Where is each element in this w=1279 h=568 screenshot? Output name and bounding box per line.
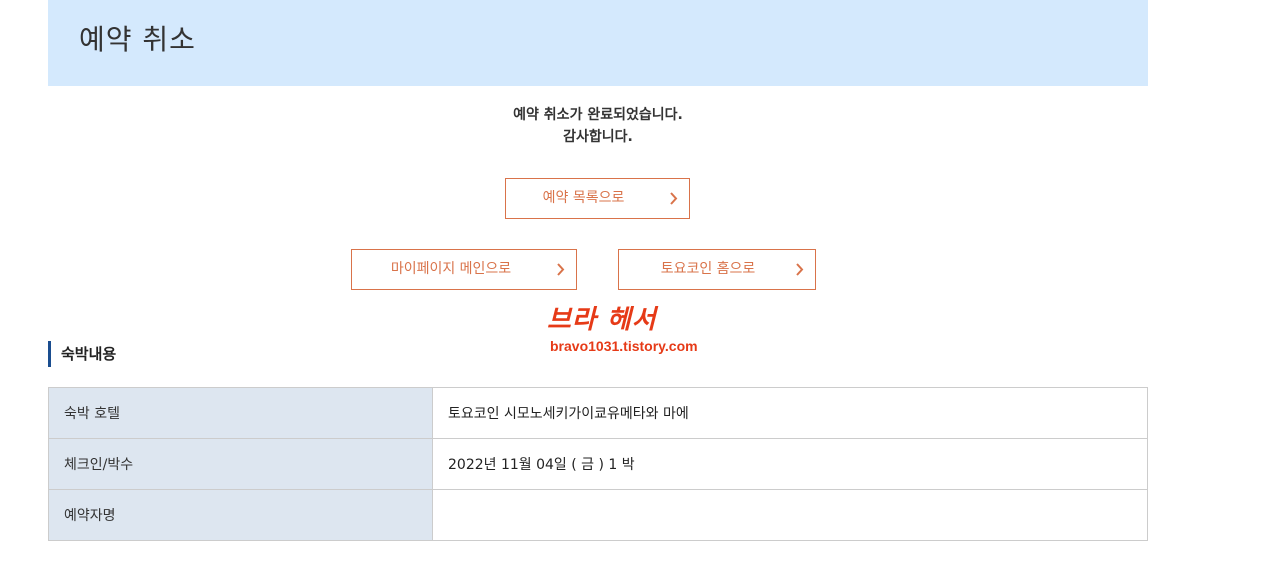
reservation-list-button-label: 예약 목록으로 bbox=[542, 190, 625, 206]
watermark-title: 브라 헤서 bbox=[547, 305, 657, 335]
page: 예약 취소 예약 취소가 완료되었습니다. 감사합니다. 예약 목록으로 마이페… bbox=[0, 0, 1279, 568]
row-value-hotel: 토요코인 시모노세키가이쿄유메타와 마에 bbox=[432, 387, 1148, 439]
watermark: 브라 헤서 bravo1031.tistory.com bbox=[545, 304, 705, 356]
table-row: 체크인/박수 2022년 11월 04일 ( 금 ) 1 박 bbox=[48, 438, 1148, 490]
mypage-main-button[interactable]: 마이페이지 메인으로 bbox=[351, 249, 577, 290]
table-row: 숙박 호텔 토요코인 시모노세키가이쿄유메타와 마에 bbox=[48, 387, 1148, 439]
completion-message: 예약 취소가 완료되었습니다. 감사합니다. bbox=[48, 104, 1148, 148]
chevron-right-icon bbox=[796, 263, 804, 276]
watermark-url: bravo1031.tistory.com bbox=[550, 338, 698, 354]
page-header: 예약 취소 bbox=[48, 0, 1148, 86]
reservation-details-table: 숙박 호텔 토요코인 시모노세키가이쿄유메타와 마에 체크인/박수 2022년 … bbox=[48, 387, 1148, 541]
row-label-checkin: 체크인/박수 bbox=[48, 438, 433, 490]
page-title: 예약 취소 bbox=[79, 23, 196, 56]
row-value-guest-name bbox=[432, 489, 1148, 541]
section-title: 숙박내용 bbox=[48, 341, 116, 367]
toyoko-home-button-label: 토요코인 홈으로 bbox=[660, 261, 756, 277]
chevron-right-icon bbox=[670, 192, 678, 205]
mypage-main-button-label: 마이페이지 메인으로 bbox=[390, 261, 512, 277]
row-label-guest-name: 예약자명 bbox=[48, 489, 433, 541]
completion-message-line2: 감사합니다. bbox=[563, 129, 633, 145]
row-value-checkin: 2022년 11월 04일 ( 금 ) 1 박 bbox=[432, 438, 1148, 490]
completion-message-line1: 예약 취소가 완료되었습니다. bbox=[513, 107, 683, 123]
row-label-hotel: 숙박 호텔 bbox=[48, 387, 433, 439]
toyoko-home-button[interactable]: 토요코인 홈으로 bbox=[618, 249, 816, 290]
chevron-right-icon bbox=[557, 263, 565, 276]
table-row: 예약자명 bbox=[48, 489, 1148, 541]
reservation-list-button[interactable]: 예약 목록으로 bbox=[505, 178, 690, 219]
